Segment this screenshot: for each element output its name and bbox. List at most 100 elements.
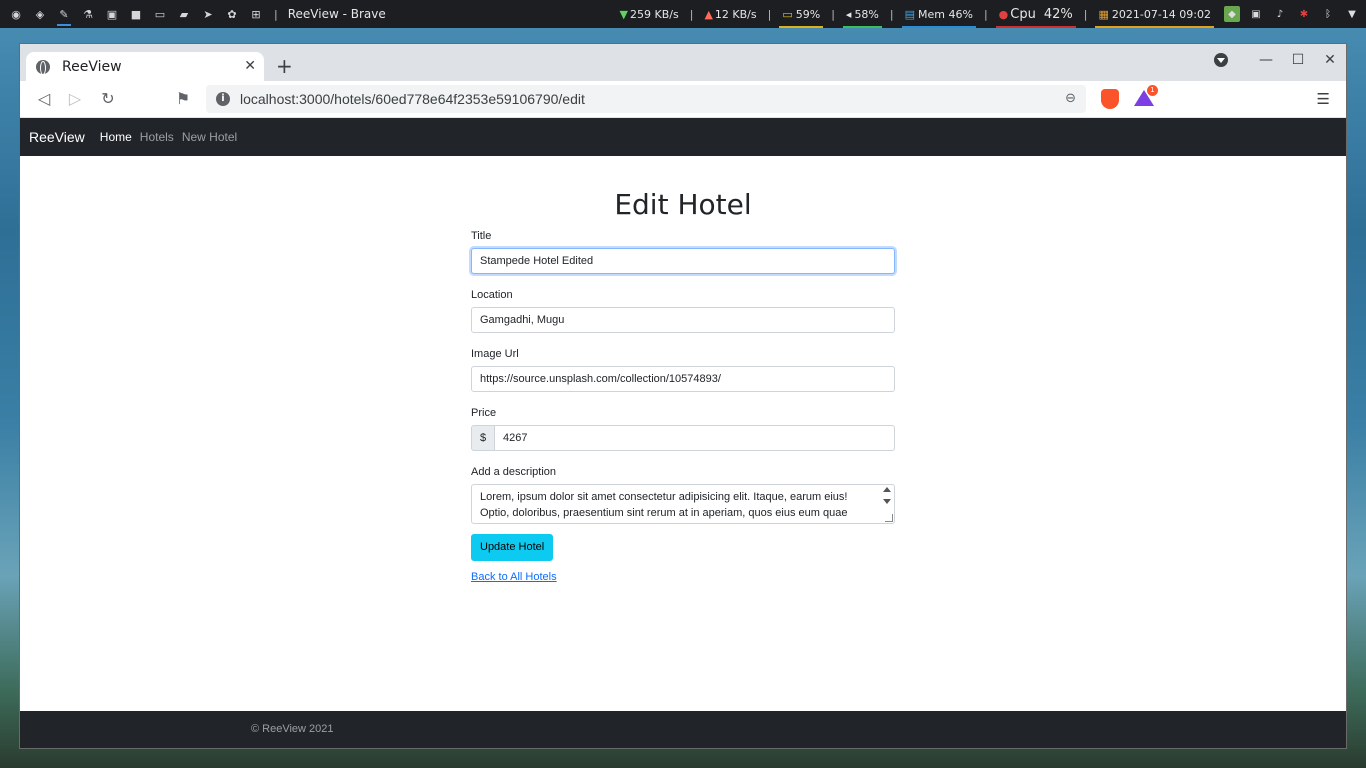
title-label: Title bbox=[471, 230, 492, 242]
reload-icon[interactable]: ↻ bbox=[98, 89, 118, 108]
zoom-icon[interactable]: ⊖ bbox=[1065, 91, 1076, 106]
nav-link-home[interactable]: Home bbox=[100, 130, 132, 144]
nav-link-new-hotel[interactable]: New Hotel bbox=[182, 130, 237, 144]
network-app-icon[interactable]: ◈ bbox=[33, 7, 47, 21]
address-bar[interactable]: i localhost:3000/hotels/60ed778e64f2353e… bbox=[206, 85, 1086, 113]
site-info-icon[interactable]: i bbox=[216, 92, 230, 106]
site-navbar: ReeView Home Hotels New Hotel bbox=[20, 118, 1346, 156]
speaker-icon: ◂ bbox=[845, 7, 852, 21]
scroll-up-icon[interactable] bbox=[883, 487, 891, 492]
volume-tray-icon[interactable]: ♪ bbox=[1272, 6, 1288, 22]
back-to-hotels-link[interactable]: Back to All Hotels bbox=[471, 571, 895, 583]
folder-icon[interactable]: ▰ bbox=[177, 7, 191, 21]
image-url-label: Image Url bbox=[471, 348, 519, 360]
taskbar-separator: | bbox=[274, 7, 278, 21]
color-picker-icon[interactable]: ✎ bbox=[57, 2, 71, 26]
bluetooth-icon[interactable]: ᛒ bbox=[1320, 6, 1336, 22]
wifi-icon[interactable]: ▼ bbox=[1344, 6, 1360, 22]
system-taskbar: ◉ ◈ ✎ ⚗ ▣ ■ ▭ ▰ ➤ ✿ ⊞ | ReeView - Brave … bbox=[0, 0, 1366, 28]
cpu-stat: ● Cpu 42% bbox=[994, 0, 1078, 28]
telegram-icon[interactable]: ➤ bbox=[201, 7, 215, 21]
cpu-label: Cpu bbox=[1010, 6, 1036, 22]
globe-icon bbox=[36, 59, 50, 75]
memory-value: Mem 46% bbox=[918, 7, 973, 21]
footer-copyright: © ReeView 2021 bbox=[251, 723, 334, 735]
tab-strip: ReeView ✕ + — ☐ ✕ bbox=[20, 44, 1346, 81]
battery-value: 59% bbox=[795, 7, 821, 21]
memory-stat: ▤ Mem 46% bbox=[900, 0, 978, 28]
screenshot-icon[interactable]: ▣ bbox=[1248, 6, 1264, 22]
arrow-up-icon: ▲ bbox=[704, 7, 713, 21]
back-icon[interactable]: ◁ bbox=[34, 89, 54, 108]
forward-icon[interactable]: ▷ bbox=[65, 89, 85, 108]
paw-icon[interactable]: ✿ bbox=[225, 7, 239, 21]
tab-search-icon[interactable] bbox=[1214, 53, 1228, 67]
site-brand[interactable]: ReeView bbox=[29, 129, 85, 145]
net-up-value: 12 KB/s bbox=[714, 7, 757, 21]
title-group: Title Stampede Hotel Edited bbox=[471, 228, 895, 274]
description-textarea[interactable]: Lorem, ipsum dolor sit amet consectetur … bbox=[471, 484, 895, 524]
volume-stat: ◂ 58% bbox=[841, 0, 884, 28]
window-controls: — ☐ ✕ bbox=[1214, 52, 1346, 68]
image-url-input[interactable]: https://source.unsplash.com/collection/1… bbox=[471, 366, 895, 392]
flask-icon[interactable]: ⚗ bbox=[81, 7, 95, 21]
price-input-group: $ 4267 bbox=[471, 425, 895, 451]
site-footer: © ReeView 2021 bbox=[20, 711, 1346, 748]
taskbar-separator: | bbox=[983, 7, 988, 21]
location-label: Location bbox=[471, 289, 513, 301]
cpu-icon: ● bbox=[998, 7, 1009, 21]
battery-stat: ▭ 59% bbox=[777, 0, 825, 28]
taskbar-separator: | bbox=[689, 7, 694, 21]
new-tab-icon[interactable]: + bbox=[276, 54, 293, 78]
bookmark-icon[interactable]: ⚑ bbox=[173, 89, 193, 108]
url-text: localhost:3000/hotels/60ed778e64f2353e59… bbox=[240, 91, 585, 107]
maximize-icon[interactable]: ☐ bbox=[1282, 52, 1314, 68]
page-viewport: ReeView Home Hotels New Hotel Edit Hotel… bbox=[20, 118, 1346, 748]
memory-icon: ▤ bbox=[904, 7, 916, 21]
taskbar-separator: | bbox=[831, 7, 835, 21]
browser-menu-icon[interactable]: ☰ bbox=[1317, 90, 1330, 108]
price-input[interactable]: 4267 bbox=[495, 425, 895, 451]
app-launcher-icon[interactable]: ◉ bbox=[9, 7, 23, 21]
nav-link-hotels[interactable]: Hotels bbox=[140, 130, 174, 144]
active-window-title[interactable]: ReeView - Brave bbox=[288, 7, 386, 21]
video-camera-icon[interactable]: ■ bbox=[129, 7, 143, 21]
page-title: Edit Hotel bbox=[614, 188, 752, 221]
battery-icon: ▭ bbox=[782, 7, 793, 21]
tab-title: ReeView bbox=[62, 58, 122, 75]
bug-icon[interactable]: ✱ bbox=[1296, 6, 1312, 22]
brave-shields-icon[interactable] bbox=[1101, 89, 1119, 109]
app-grid-icon[interactable]: ⊞ bbox=[249, 7, 263, 21]
description-wrapper: Lorem, ipsum dolor sit amet consectetur … bbox=[471, 484, 895, 524]
taskbar-separator: | bbox=[889, 7, 894, 21]
minimize-icon[interactable]: — bbox=[1250, 52, 1282, 68]
browser-tab[interactable]: ReeView ✕ bbox=[26, 52, 264, 81]
update-hotel-button[interactable]: Update Hotel bbox=[471, 534, 554, 561]
net-down-stat: ▼ 259 KB/s bbox=[615, 0, 684, 28]
close-tab-icon[interactable]: ✕ bbox=[244, 58, 256, 74]
calendar-icon: ▦ bbox=[1098, 7, 1109, 21]
tray-app-icon[interactable]: ◆ bbox=[1224, 6, 1240, 22]
volume-value: 58% bbox=[854, 7, 879, 21]
net-up-stat: ▲ 12 KB/s bbox=[699, 0, 761, 28]
net-down-value: 259 KB/s bbox=[630, 7, 679, 21]
clock-stat[interactable]: ▦ 2021-07-14 09:02 bbox=[1093, 0, 1216, 28]
image-viewer-icon[interactable]: ▣ bbox=[105, 7, 119, 21]
location-group: Location Gamgadhi, Mugu bbox=[471, 287, 895, 333]
price-group: Price $ 4267 bbox=[471, 405, 895, 451]
currency-addon: $ bbox=[471, 425, 495, 451]
price-label: Price bbox=[471, 407, 497, 419]
laptop-icon[interactable]: ▭ bbox=[153, 7, 167, 21]
browser-toolbar: ◁ ▷ ↻ ⚑ i localhost:3000/hotels/60ed778e… bbox=[20, 81, 1346, 118]
resize-grip-icon[interactable] bbox=[885, 514, 893, 522]
description-group: Add a description Lorem, ipsum dolor sit… bbox=[471, 464, 895, 524]
close-window-icon[interactable]: ✕ bbox=[1314, 52, 1346, 68]
scroll-down-icon[interactable] bbox=[883, 499, 891, 504]
taskbar-separator: | bbox=[767, 7, 772, 21]
edit-hotel-form: Edit Hotel Title Stampede Hotel Edited L… bbox=[471, 156, 895, 583]
image-url-group: Image Url https://source.unsplash.com/co… bbox=[471, 346, 895, 392]
clock-value: 2021-07-14 09:02 bbox=[1111, 7, 1211, 21]
taskbar-separator: | bbox=[1083, 7, 1088, 21]
title-input[interactable]: Stampede Hotel Edited bbox=[471, 248, 895, 274]
location-input[interactable]: Gamgadhi, Mugu bbox=[471, 307, 895, 333]
